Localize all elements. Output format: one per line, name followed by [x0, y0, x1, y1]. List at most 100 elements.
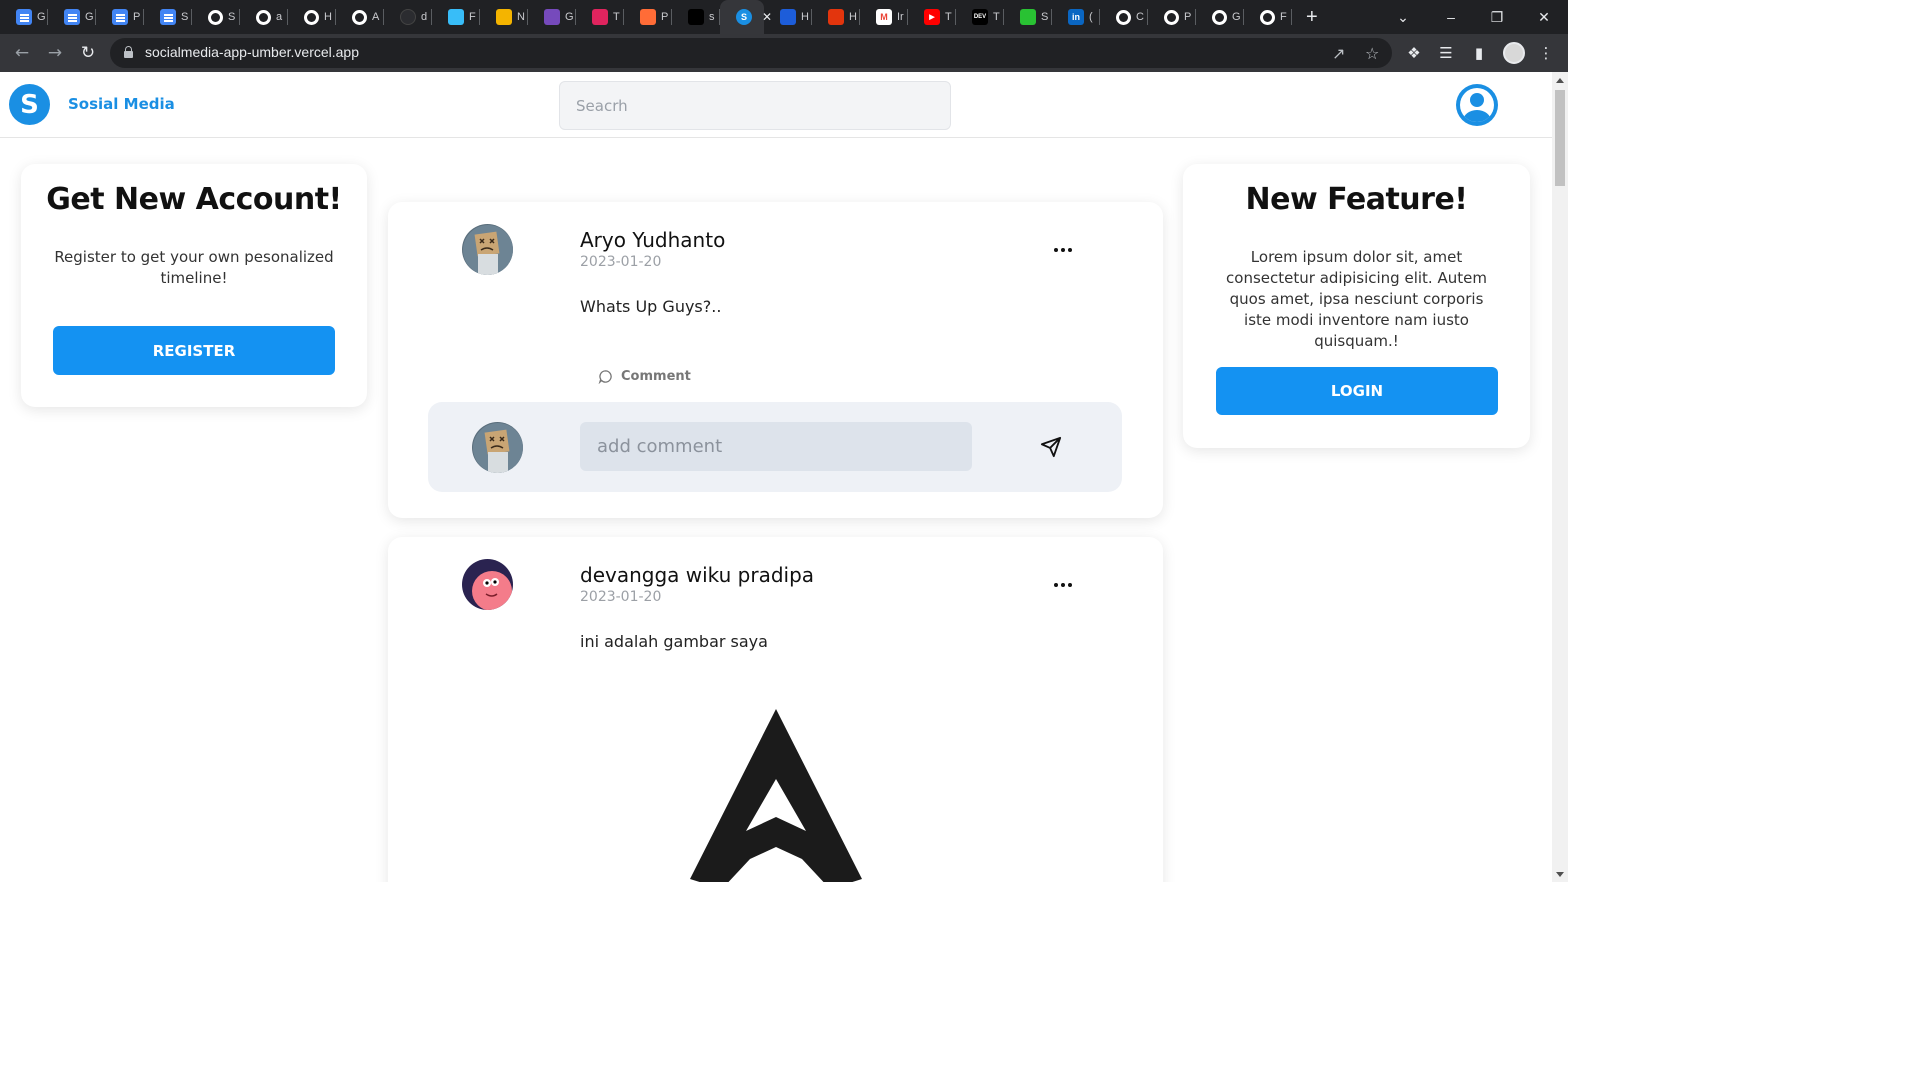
browser-tab-title: H: [801, 11, 809, 23]
browser-tab-title: H: [849, 11, 857, 23]
browser-tab[interactable]: F: [1244, 0, 1292, 34]
browser-tab[interactable]: ▶ T: [908, 0, 956, 34]
gmail-icon: M: [876, 9, 892, 25]
new-tab-button[interactable]: +: [1306, 6, 1318, 29]
brand-name[interactable]: Sosial Media: [68, 95, 175, 113]
media-queue-icon[interactable]: ☰: [1432, 34, 1460, 72]
browser-tab[interactable]: P: [1148, 0, 1196, 34]
github-icon: [304, 9, 319, 25]
commenter-avatar: [472, 422, 523, 473]
post-author[interactable]: devangga wiku pradipa: [580, 563, 814, 587]
share-icon[interactable]: ↗: [1332, 44, 1345, 63]
github-icon: [1116, 9, 1131, 25]
scroll-up-icon[interactable]: [1556, 78, 1564, 83]
browser-tab[interactable]: in (: [1052, 0, 1100, 34]
more-options-icon[interactable]: [1054, 581, 1074, 589]
comment-input[interactable]: [580, 422, 972, 471]
comment-label: Comment: [621, 369, 691, 384]
author-avatar[interactable]: [462, 559, 513, 610]
login-button[interactable]: LOGIN: [1216, 367, 1498, 415]
browser-tab-title: a: [276, 11, 283, 23]
page-viewport: S Sosial Media Get New Account! Register…: [0, 72, 1552, 882]
search-input[interactable]: [559, 81, 951, 130]
browser-tab-title: A: [372, 11, 380, 23]
browser-tab-title: N: [517, 11, 525, 23]
mountain-icon: [592, 9, 608, 25]
browser-tab[interactable]: G: [528, 0, 576, 34]
more-options-icon[interactable]: [1054, 246, 1074, 254]
author-avatar[interactable]: [462, 224, 513, 275]
bookmark-star-icon[interactable]: ☆: [1365, 44, 1379, 63]
browser-tab[interactable]: A: [336, 0, 384, 34]
browser-tab[interactable]: P: [96, 0, 144, 34]
address-bar[interactable]: socialmedia-app-umber.vercel.app ↗ ☆: [110, 38, 1392, 68]
browser-tab[interactable]: s: [672, 0, 720, 34]
browser-tab[interactable]: H: [288, 0, 336, 34]
close-window-icon[interactable]: ✕: [1521, 0, 1567, 34]
browser-tab[interactable]: S ✕: [720, 0, 772, 34]
browser-toolbar: ← → ↻ socialmedia-app-umber.vercel.app ↗…: [0, 34, 1568, 72]
extensions-icon[interactable]: ❖: [1400, 34, 1428, 72]
post-date: 2023-01-20: [580, 589, 662, 605]
browser-tab[interactable]: DEV T: [956, 0, 1004, 34]
back-icon[interactable]: ←: [6, 34, 38, 72]
browser-tab-title: G: [1232, 11, 1241, 23]
scrollbar-thumb[interactable]: [1555, 90, 1565, 186]
tab-search-icon[interactable]: ⌄: [1380, 0, 1426, 34]
browser-tab[interactable]: G: [0, 0, 48, 34]
forward-icon[interactable]: →: [39, 34, 71, 72]
browser-tab[interactable]: H: [764, 0, 812, 34]
github-icon: [208, 9, 223, 25]
send-icon[interactable]: [1040, 436, 1062, 458]
minimize-icon[interactable]: –: [1428, 0, 1474, 34]
site-header: S Sosial Media: [0, 72, 1552, 138]
profile-avatar[interactable]: [1503, 42, 1525, 64]
post-text: ini adalah gambar saya: [580, 632, 768, 651]
browser-tab-title: Ir: [897, 11, 904, 23]
browser-tab[interactable]: T: [576, 0, 624, 34]
browser-tab-title: S: [228, 11, 236, 23]
comment-button[interactable]: Comment: [598, 369, 691, 384]
register-card: Get New Account! Register to get your ow…: [21, 164, 367, 407]
post-text: Whats Up Guys?..: [580, 297, 722, 316]
browser-tab[interactable]: S: [192, 0, 240, 34]
browser-tab-title: S: [1041, 11, 1049, 23]
browser-tab-title: F: [469, 11, 476, 23]
user-account-icon[interactable]: [1456, 84, 1498, 126]
browser-tab-title: P: [661, 11, 669, 23]
browser-tab[interactable]: a: [240, 0, 288, 34]
browser-tab[interactable]: F: [432, 0, 480, 34]
post-author[interactable]: Aryo Yudhanto: [580, 228, 725, 252]
lock-icon[interactable]: [124, 46, 133, 58]
page-scrollbar[interactable]: [1552, 72, 1568, 882]
logo-icon[interactable]: S: [9, 84, 50, 125]
browser-tab-title: T: [945, 11, 952, 23]
browser-tab[interactable]: G: [48, 0, 96, 34]
browser-tab-title: T: [613, 11, 620, 23]
google-docs-icon: [112, 9, 128, 25]
scroll-down-icon[interactable]: [1556, 872, 1564, 877]
register-card-description: Register to get your own pesonalized tim…: [54, 248, 334, 287]
apex-legends-logo-icon: [690, 709, 862, 882]
browser-tab-title: S: [181, 11, 189, 23]
vercel-icon: [688, 9, 704, 25]
register-button[interactable]: REGISTER: [53, 326, 335, 375]
browser-tab[interactable]: C: [1100, 0, 1148, 34]
url-text[interactable]: socialmedia-app-umber.vercel.app: [145, 44, 359, 60]
browser-tab[interactable]: H: [812, 0, 860, 34]
side-panel-icon[interactable]: ▮: [1465, 34, 1493, 72]
google-docs-icon: [160, 9, 176, 25]
browser-tab[interactable]: S: [144, 0, 192, 34]
browser-tab[interactable]: N: [480, 0, 528, 34]
sunflower-icon: [496, 9, 512, 25]
browser-tab[interactable]: S: [1004, 0, 1052, 34]
browser-tab[interactable]: d: [384, 0, 432, 34]
browser-tab[interactable]: G: [1196, 0, 1244, 34]
reload-icon[interactable]: ↻: [72, 34, 104, 72]
restore-icon[interactable]: ❐: [1474, 0, 1520, 34]
skype-icon: S: [736, 9, 752, 25]
browser-tab[interactable]: P: [624, 0, 672, 34]
browser-tab[interactable]: M Ir: [860, 0, 908, 34]
new-feature-description: Lorem ipsum dolor sit, amet consectetur …: [1226, 248, 1487, 350]
menu-kebab-icon[interactable]: ⋮: [1532, 34, 1560, 72]
